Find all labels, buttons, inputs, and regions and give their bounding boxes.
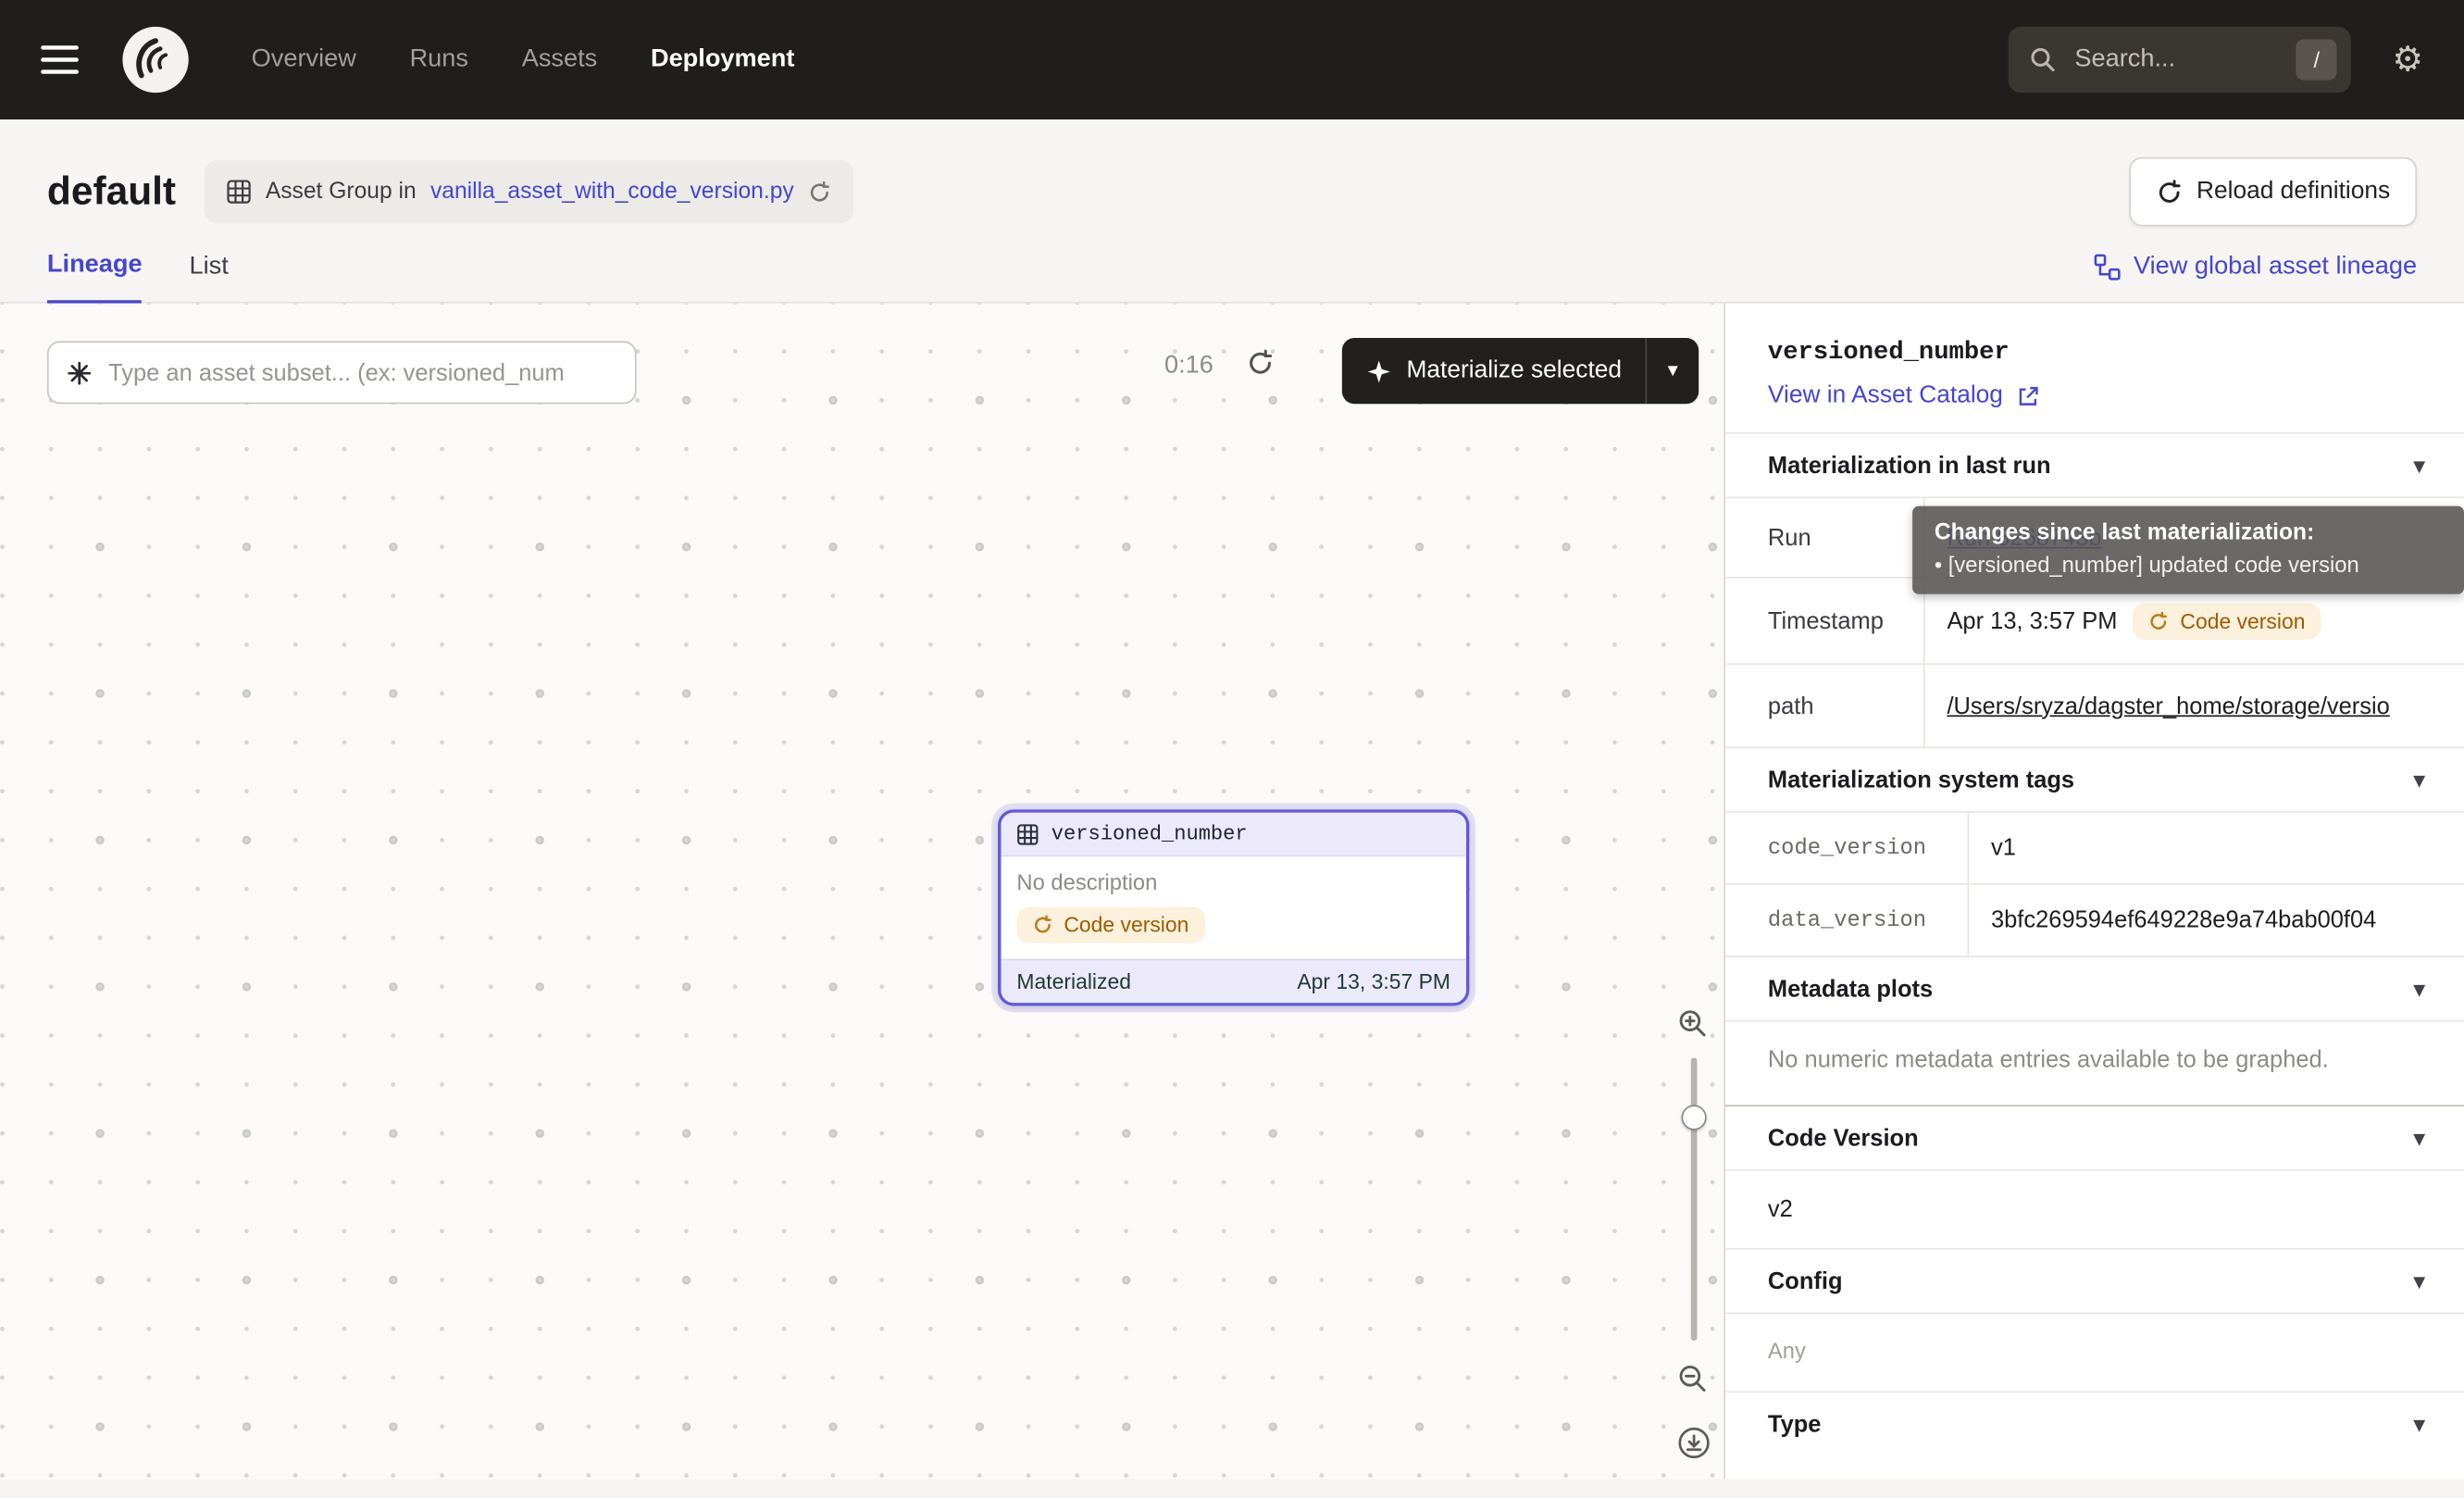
section-metadata-plots[interactable]: Metadata plots ▼ [1725,957,2464,1020]
materialized-status-label: Materialized [1016,969,1131,992]
refresh-icon [2148,611,2169,631]
chevron-down-icon: ▼ [2409,977,2430,1000]
asset-node-name: versioned_number [1052,822,1248,845]
path-link[interactable]: /Users/sryza/dagster_home/storage/versio [1947,693,2389,719]
lineage-canvas[interactable]: 0:16 Materialize selected ▼ [0,304,1724,1479]
nav-item-overview[interactable]: Overview [252,45,356,74]
op-selector-icon [68,361,91,384]
zoom-in-button[interactable] [1676,1007,1708,1046]
asset-detail-panel: versioned_number View in Asset Catalog M… [1724,304,2464,1479]
reload-definitions-button[interactable]: Reload definitions [2129,157,2417,227]
row-key: Timestamp [1725,579,1925,664]
row-key: path [1725,665,1925,746]
timestamp-value: Apr 13, 3:57 PM [1947,607,2117,634]
view-in-asset-catalog-link[interactable]: View in Asset Catalog [1768,382,2039,411]
code-version-chip: Code version [2133,603,2321,639]
lineage-graph-icon [2093,253,2122,281]
tab-lineage[interactable]: Lineage [47,252,143,304]
tab-list[interactable]: List [190,253,229,302]
refresh-icon[interactable] [808,180,831,203]
zoom-out-button[interactable] [1676,1363,1708,1402]
code-version-chip: Code version [1016,907,1204,943]
badge-prefix: Asset Group in [266,180,417,205]
nav-item-deployment[interactable]: Deployment [651,45,794,74]
grid-icon [226,180,251,205]
data-version-value: 3bfc269594ef649228e9a74bab00f04 [1991,907,2376,934]
title-row: default Asset Group in vanilla_asset_wit… [47,157,2417,227]
asset-group-badge: Asset Group in vanilla_asset_with_code_v… [205,160,854,223]
section-materialization-in-last-run[interactable]: Materialization in last run ▼ [1725,434,2464,497]
section-code-version[interactable]: Code Version ▼ [1725,1106,2464,1169]
chevron-down-icon: ▼ [2409,1269,2430,1292]
materialized-timestamp: Apr 13, 3:57 PM [1297,969,1450,992]
main-area: 0:16 Materialize selected ▼ [0,304,2464,1479]
tooltip-body: • [versioned_number] updated code versio… [1935,552,2442,577]
system-tags-table: code_version v1 data_version 3bfc269594e… [1725,813,2464,957]
table-row-path: path /Users/sryza/dagster_home/storage/v… [1725,665,2464,748]
asset-name-title: versioned_number [1768,338,2423,367]
section-type[interactable]: Type ▼ [1725,1392,2464,1455]
materialize-dropdown-caret[interactable]: ▼ [1647,338,1699,404]
zoom-slider[interactable] [1691,1058,1698,1342]
asset-subset-filter[interactable] [47,341,637,404]
row-key: Run [1725,498,1925,577]
table-row-code-version: code_version v1 [1725,813,2464,885]
table-icon [1016,823,1039,845]
code-file-link[interactable]: vanilla_asset_with_code_version.py [430,180,794,205]
settings-gear-icon[interactable]: ⚙ [2392,43,2423,77]
chevron-down-icon: ▼ [2409,1412,2430,1435]
row-key: code_version [1725,813,1969,883]
refresh-icon [2156,179,2183,206]
table-row-data-version: data_version 3bfc269594ef649228e9a74bab0… [1725,885,2464,957]
chevron-down-icon: ▼ [2409,454,2430,477]
top-nav: Overview Runs Assets Deployment / ⚙ [0,0,2464,119]
changes-tooltip: Changes since last materialization: • [v… [1912,506,2464,594]
asset-node-footer: Materialized Apr 13, 3:57 PM [1001,959,1466,1004]
chevron-down-icon: ▼ [2409,768,2430,791]
external-link-icon [2016,384,2039,407]
hamburger-menu-icon[interactable] [41,44,79,76]
chevron-down-icon: ▼ [2409,1126,2430,1149]
code-version-current-value: v2 [1725,1171,2464,1248]
search-shortcut-key: / [2296,39,2337,80]
asset-node-versioned-number[interactable]: versioned_number No description Code ver… [998,809,1469,1005]
dagster-logo-icon[interactable] [119,23,192,95]
refresh-icon [1032,915,1052,935]
sparkle-icon [1365,357,1392,384]
config-value: Any [1725,1314,2464,1391]
tabs-row: Lineage List View global asset lineage [47,252,2417,302]
page-title: default [47,169,176,215]
download-image-button[interactable] [1676,1426,1711,1468]
code-version-value: v1 [1991,834,2016,861]
materialize-button-group: Materialize selected ▼ [1342,338,1699,404]
page-header: default Asset Group in vanilla_asset_wit… [0,119,2464,304]
tooltip-title: Changes since last materialization: [1935,520,2442,545]
metadata-plots-empty-text: No numeric metadata entries available to… [1725,1022,2464,1105]
materialize-selected-button[interactable]: Materialize selected [1342,338,1646,404]
app: Overview Runs Assets Deployment / ⚙ defa… [0,0,2464,1498]
refresh-icon[interactable] [1246,349,1275,385]
zoom-slider-handle[interactable] [1682,1105,1707,1130]
search-input[interactable] [2072,44,2282,76]
nav-item-assets[interactable]: Assets [522,45,598,74]
section-config[interactable]: Config ▼ [1725,1250,2464,1313]
asset-subset-input[interactable] [106,357,616,387]
row-key: data_version [1725,885,1969,955]
asset-node-description: No description [1016,869,1450,894]
asset-node-header: versioned_number [1001,813,1466,857]
section-materialization-system-tags[interactable]: Materialization system tags ▼ [1725,748,2464,811]
nav-links: Overview Runs Assets Deployment [252,45,795,74]
view-global-lineage-link[interactable]: View global asset lineage [2093,253,2417,302]
search-icon [2029,45,2058,74]
nav-item-runs[interactable]: Runs [410,45,468,74]
refresh-timer: 0:16 [1164,352,1213,381]
global-search[interactable]: / [2009,27,2351,93]
asset-node-body: No description Code version [1001,856,1466,958]
